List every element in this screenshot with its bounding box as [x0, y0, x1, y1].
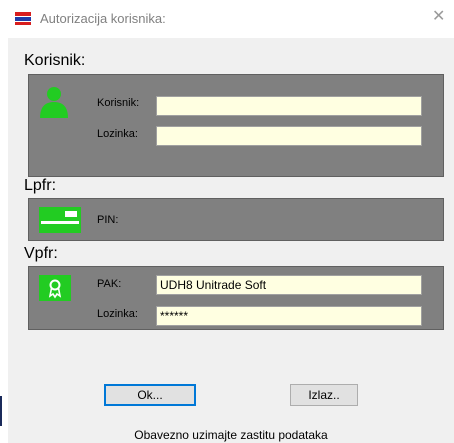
footer-notice: Obavezno uzimajte zastitu podataka [134, 428, 328, 442]
exit-button[interactable]: Izlaz.. [290, 384, 358, 406]
korisnik-panel: Korisnik: Lozinka: [28, 74, 444, 177]
vpfr-password-label: Lozinka: [97, 308, 138, 320]
vpfr-panel: PAK: UDH8 Unitrade Soft Lozinka: ****** [28, 266, 444, 330]
pin-label: PIN: [97, 214, 119, 226]
close-icon[interactable]: ✕ [432, 9, 445, 25]
lpfr-heading: Lpfr: [24, 177, 57, 194]
korisnik-heading: Korisnik: [24, 52, 86, 69]
vpfr-heading: Vpfr: [24, 245, 58, 262]
certificate-icon [39, 275, 71, 301]
lpfr-panel: PIN: [28, 198, 444, 241]
korisnik-password-label: Lozinka: [97, 128, 138, 140]
user-password-input[interactable] [156, 126, 422, 146]
korisnik-user-label: Korisnik: [97, 97, 140, 109]
window-title: Autorizacija korisnika: [40, 11, 166, 26]
pak-label: PAK: [97, 278, 122, 290]
user-icon [40, 87, 68, 118]
pak-input[interactable]: UDH8 Unitrade Soft [156, 275, 422, 295]
ok-button[interactable]: Ok... [104, 384, 196, 406]
window-edge-line [0, 396, 2, 426]
username-input[interactable] [156, 96, 422, 116]
vpfr-password-input[interactable]: ****** [156, 306, 422, 326]
login-dialog: Autorizacija korisnika: ✕ Korisnik: Kori… [8, 0, 454, 443]
app-logo-icon [15, 12, 31, 25]
title-bar: Autorizacija korisnika: ✕ [8, 0, 454, 38]
card-icon [39, 207, 81, 233]
